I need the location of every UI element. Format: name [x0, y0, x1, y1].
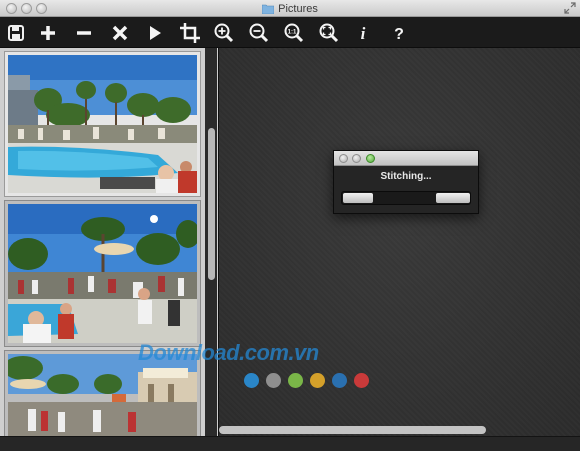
dialog-message: Stitching...: [380, 171, 432, 182]
play-icon: [150, 25, 161, 40]
window-title: Pictures: [278, 2, 318, 15]
dialog-minimize-icon[interactable]: [352, 154, 361, 163]
info-button[interactable]: i: [350, 20, 376, 45]
save-button[interactable]: [3, 20, 29, 45]
add-button[interactable]: [35, 20, 61, 45]
plus-icon: [41, 25, 55, 40]
folder-icon: [262, 4, 275, 14]
sidebar-scrollbar-thumb[interactable]: [208, 128, 215, 280]
info-label: i: [361, 24, 366, 43]
window-titlebar[interactable]: Pictures: [0, 0, 580, 17]
thumbnail-party[interactable]: [4, 200, 201, 347]
fullscreen-icon[interactable]: [564, 2, 576, 14]
progress-segment: [436, 193, 470, 203]
crop-icon: [180, 22, 200, 43]
help-label: ?: [394, 26, 404, 43]
dialog-close-icon[interactable]: [339, 154, 348, 163]
watermark-dots: [244, 373, 369, 388]
watermark-dot: [310, 373, 325, 388]
help-button[interactable]: ?: [386, 20, 412, 45]
horizontal-scrollbar-thumb[interactable]: [219, 426, 486, 434]
toolbar: 1:1 i ?: [0, 17, 580, 48]
progress-bar: [341, 191, 471, 205]
fit-button[interactable]: [316, 20, 342, 45]
watermark-dot: [244, 373, 259, 388]
watermark-dot: [354, 373, 369, 388]
x-icon: [112, 25, 128, 40]
actual-size-button[interactable]: 1:1: [281, 20, 307, 45]
zoom-out-icon: [249, 23, 269, 42]
minus-icon: [77, 30, 91, 35]
remove-button[interactable]: [71, 20, 97, 45]
floppy-disk-icon: [8, 24, 24, 41]
window-title-area: Pictures: [0, 1, 580, 16]
zoom-fit-icon: [319, 23, 339, 42]
watermark: Download.com.vn: [128, 340, 388, 390]
help-icon: ?: [394, 26, 404, 43]
pool-photo-image: [8, 55, 197, 193]
info-icon: i: [361, 24, 366, 43]
delete-button[interactable]: [107, 20, 133, 45]
dialog-zoom-icon[interactable]: [366, 154, 375, 163]
zoom-1to1-label: 1:1: [288, 29, 297, 35]
stitching-dialog: Stitching...: [333, 150, 479, 214]
bottom-bar: [0, 436, 580, 451]
zoom-1to1-icon: 1:1: [284, 23, 304, 42]
play-button[interactable]: [142, 20, 168, 45]
progress-segment: [343, 193, 373, 203]
watermark-dot: [288, 373, 303, 388]
zoom-in-icon: [214, 23, 234, 42]
watermark-dot: [266, 373, 281, 388]
zoom-in-button[interactable]: [211, 20, 237, 45]
watermark-text: Download.com.vn: [138, 340, 319, 365]
party-photo-image: [8, 204, 197, 343]
dialog-titlebar[interactable]: [334, 151, 478, 166]
watermark-dot: [332, 373, 347, 388]
zoom-out-button[interactable]: [246, 20, 272, 45]
crop-button[interactable]: [177, 20, 203, 45]
thumbnail-pool[interactable]: [4, 51, 201, 197]
